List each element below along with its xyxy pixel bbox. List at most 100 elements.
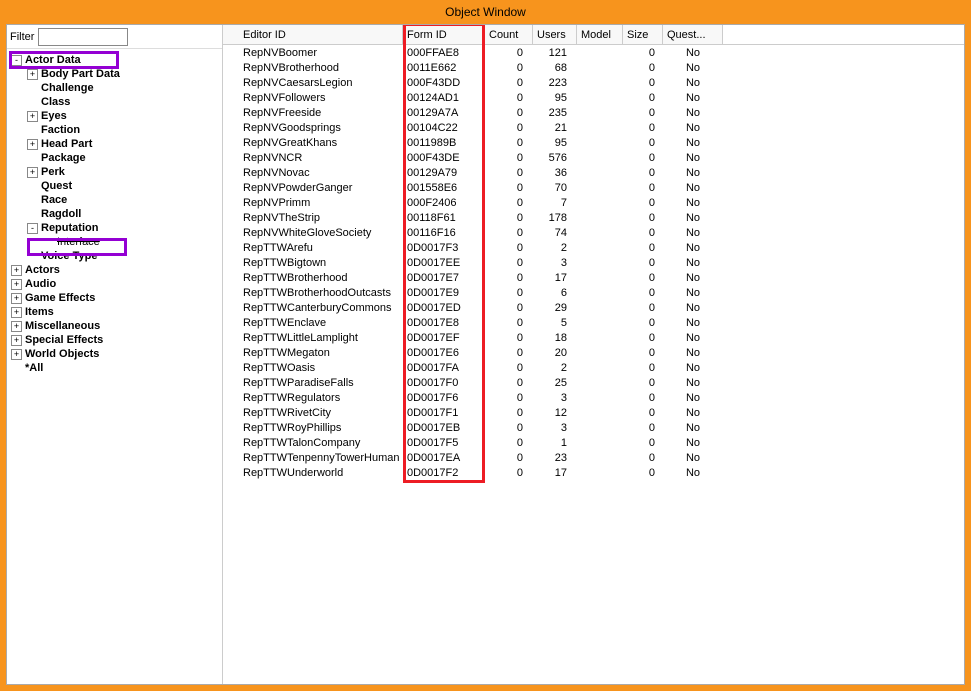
- cell-quest: No: [663, 107, 723, 119]
- cell-users: 3: [533, 257, 577, 269]
- tree-item[interactable]: *All: [9, 361, 220, 375]
- table-row[interactable]: RepTTWEnclave0D0017E8050No: [223, 315, 964, 330]
- table-row[interactable]: RepTTWTalonCompany0D0017F5010No: [223, 435, 964, 450]
- cell-quest: No: [663, 392, 723, 404]
- tree-item[interactable]: Package: [9, 151, 220, 165]
- expand-icon[interactable]: +: [27, 167, 38, 178]
- tree-item[interactable]: Challenge: [9, 81, 220, 95]
- table-row[interactable]: RepNVGoodsprings00104C220210No: [223, 120, 964, 135]
- tree-item[interactable]: +Items: [9, 305, 220, 319]
- tree-item[interactable]: Ragdoll: [9, 207, 220, 221]
- expand-icon[interactable]: +: [27, 69, 38, 80]
- cell-editor-id: RepNVBrotherhood: [223, 62, 403, 74]
- category-tree[interactable]: -Actor Data+Body Part DataChallengeClass…: [7, 49, 222, 684]
- tree-item-label: Eyes: [41, 110, 67, 122]
- tree-item-label: Interface: [57, 236, 100, 248]
- collapse-icon[interactable]: -: [11, 55, 22, 66]
- col-header-size[interactable]: Size: [623, 25, 663, 44]
- table-row[interactable]: RepTTWArefu0D0017F3020No: [223, 240, 964, 255]
- table-row[interactable]: RepTTWRoyPhillips0D0017EB030No: [223, 420, 964, 435]
- cell-users: 95: [533, 137, 577, 149]
- expand-icon[interactable]: +: [27, 111, 38, 122]
- grid-body[interactable]: RepNVBoomer000FFAE801210NoRepNVBrotherho…: [223, 45, 964, 684]
- table-row[interactable]: RepNVBrotherhood0011E6620680No: [223, 60, 964, 75]
- tree-spacer: [27, 181, 38, 192]
- expand-icon[interactable]: +: [11, 335, 22, 346]
- cell-count: 0: [485, 92, 533, 104]
- tree-item[interactable]: +Game Effects: [9, 291, 220, 305]
- table-row[interactable]: RepNVBoomer000FFAE801210No: [223, 45, 964, 60]
- table-row[interactable]: RepTTWLittleLamplight0D0017EF0180No: [223, 330, 964, 345]
- tree-item[interactable]: -Actor Data: [9, 53, 220, 67]
- table-row[interactable]: RepTTWRegulators0D0017F6030No: [223, 390, 964, 405]
- col-header-users[interactable]: Users: [533, 25, 577, 44]
- cell-size: 0: [623, 197, 663, 209]
- expand-icon[interactable]: +: [11, 265, 22, 276]
- table-row[interactable]: RepTTWRivetCity0D0017F10120No: [223, 405, 964, 420]
- table-row[interactable]: RepNVFreeside00129A7A02350No: [223, 105, 964, 120]
- cell-editor-id: RepNVNovac: [223, 167, 403, 179]
- left-pane: Filter -Actor Data+Body Part DataChallen…: [7, 25, 223, 684]
- collapse-icon[interactable]: -: [27, 223, 38, 234]
- table-row[interactable]: RepNVTheStrip00118F6101780No: [223, 210, 964, 225]
- cell-size: 0: [623, 437, 663, 449]
- tree-item[interactable]: Class: [9, 95, 220, 109]
- cell-count: 0: [485, 332, 533, 344]
- table-row[interactable]: RepTTWUnderworld0D0017F20170No: [223, 465, 964, 480]
- table-row[interactable]: RepTTWBrotherhood0D0017E70170No: [223, 270, 964, 285]
- tree-item[interactable]: +Actors: [9, 263, 220, 277]
- cell-users: 18: [533, 332, 577, 344]
- cell-size: 0: [623, 227, 663, 239]
- col-header-editor-id[interactable]: Editor ID: [223, 25, 403, 44]
- col-header-form-id[interactable]: Form ID: [403, 25, 485, 44]
- table-row[interactable]: RepNVPowderGanger001558E60700No: [223, 180, 964, 195]
- table-row[interactable]: RepTTWParadiseFalls0D0017F00250No: [223, 375, 964, 390]
- table-row[interactable]: RepTTWMegaton0D0017E60200No: [223, 345, 964, 360]
- table-row[interactable]: RepNVNovac00129A790360No: [223, 165, 964, 180]
- table-row[interactable]: RepNVPrimm000F2406070No: [223, 195, 964, 210]
- cell-users: 235: [533, 107, 577, 119]
- table-row[interactable]: RepNVWhiteGloveSociety00116F160740No: [223, 225, 964, 240]
- tree-item[interactable]: +Miscellaneous: [9, 319, 220, 333]
- tree-item[interactable]: +Head Part: [9, 137, 220, 151]
- expand-icon[interactable]: +: [11, 279, 22, 290]
- expand-icon[interactable]: +: [11, 321, 22, 332]
- table-row[interactable]: RepTTWOasis0D0017FA020No: [223, 360, 964, 375]
- cell-size: 0: [623, 467, 663, 479]
- col-header-count[interactable]: Count: [485, 25, 533, 44]
- table-row[interactable]: RepNVGreatKhans0011989B0950No: [223, 135, 964, 150]
- tree-item[interactable]: Quest: [9, 179, 220, 193]
- tree-item[interactable]: -Reputation: [9, 221, 220, 235]
- col-header-quest[interactable]: Quest...: [663, 25, 723, 44]
- col-header-model[interactable]: Model: [577, 25, 623, 44]
- expand-icon[interactable]: +: [11, 307, 22, 318]
- table-row[interactable]: RepTTWBigtown0D0017EE030No: [223, 255, 964, 270]
- table-row[interactable]: RepTTWCanterburyCommons0D0017ED0290No: [223, 300, 964, 315]
- cell-editor-id: RepNVPowderGanger: [223, 182, 403, 194]
- table-row[interactable]: RepNVFollowers00124AD10950No: [223, 90, 964, 105]
- filter-input[interactable]: [38, 28, 128, 46]
- expand-icon[interactable]: +: [27, 139, 38, 150]
- tree-item[interactable]: Voice Type: [9, 249, 220, 263]
- tree-item[interactable]: Interface: [9, 235, 220, 249]
- tree-item[interactable]: +Eyes: [9, 109, 220, 123]
- tree-item[interactable]: +World Objects: [9, 347, 220, 361]
- tree-item[interactable]: +Body Part Data: [9, 67, 220, 81]
- cell-editor-id: RepNVBoomer: [223, 47, 403, 59]
- cell-quest: No: [663, 437, 723, 449]
- table-row[interactable]: RepTTWBrotherhoodOutcasts0D0017E9060No: [223, 285, 964, 300]
- cell-editor-id: RepTTWRegulators: [223, 392, 403, 404]
- expand-icon[interactable]: +: [11, 349, 22, 360]
- tree-item[interactable]: Faction: [9, 123, 220, 137]
- cell-editor-id: RepNVPrimm: [223, 197, 403, 209]
- table-row[interactable]: RepTTWTenpennyTowerHuman0D0017EA0230No: [223, 450, 964, 465]
- cell-users: 3: [533, 422, 577, 434]
- tree-item[interactable]: +Perk: [9, 165, 220, 179]
- tree-item[interactable]: +Audio: [9, 277, 220, 291]
- table-row[interactable]: RepNVNCR000F43DE05760No: [223, 150, 964, 165]
- expand-icon[interactable]: +: [11, 293, 22, 304]
- tree-item[interactable]: +Special Effects: [9, 333, 220, 347]
- cell-users: 25: [533, 377, 577, 389]
- table-row[interactable]: RepNVCaesarsLegion000F43DD02230No: [223, 75, 964, 90]
- tree-item[interactable]: Race: [9, 193, 220, 207]
